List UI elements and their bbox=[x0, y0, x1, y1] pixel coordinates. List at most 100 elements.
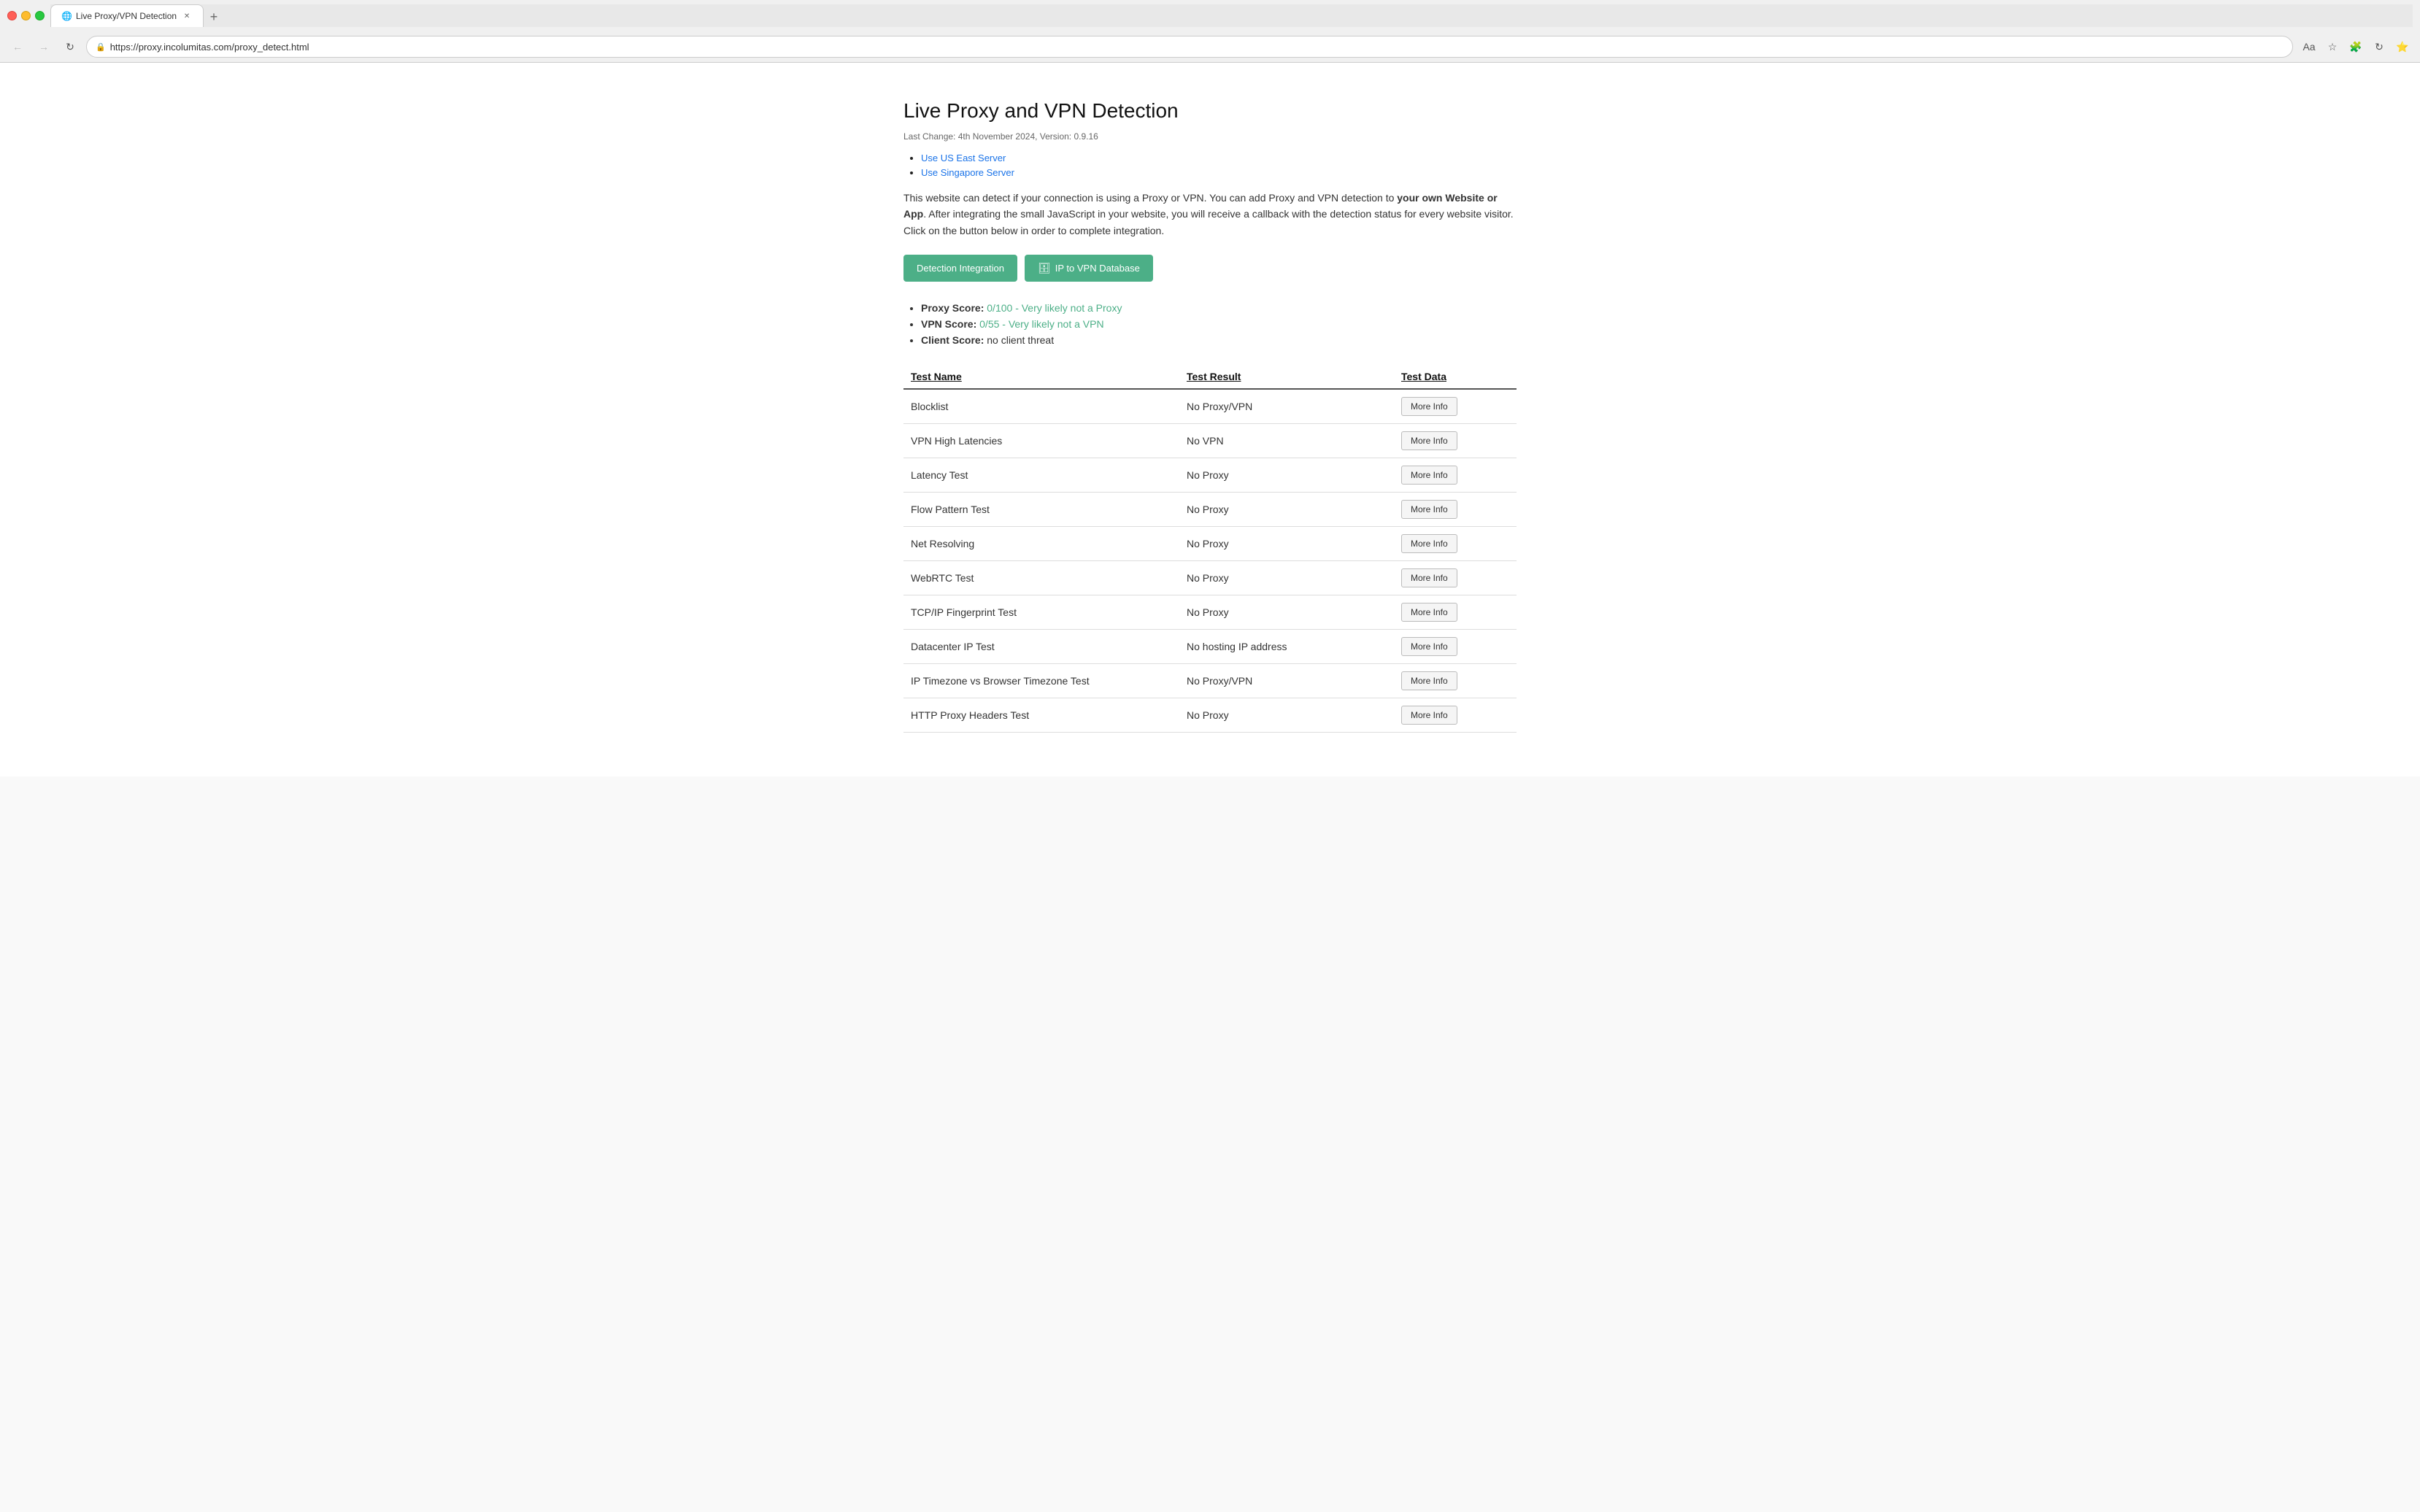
forward-button[interactable]: → bbox=[34, 36, 54, 57]
table-header-row: Test Name Test Result Test Data bbox=[903, 365, 1517, 389]
refresh-icon[interactable]: ↻ bbox=[2369, 36, 2389, 57]
browser-chrome: 🌐 Live Proxy/VPN Detection ✕ + ← → ↻ 🔒 h… bbox=[0, 0, 2420, 63]
test-name-cell: Latency Test bbox=[903, 458, 1179, 493]
table-row: TCP/IP Fingerprint TestNo Proxy More Info bbox=[903, 595, 1517, 630]
test-data-cell: More Info bbox=[1394, 493, 1517, 527]
tab-close-button[interactable]: ✕ bbox=[181, 10, 193, 22]
test-results-table: Test Name Test Result Test Data Blocklis… bbox=[903, 365, 1517, 733]
client-score-value: no client threat bbox=[987, 334, 1054, 346]
ip-to-vpn-database-button[interactable]: 🗄 IP to VPN Database bbox=[1025, 255, 1153, 282]
table-row: VPN High LatenciesNo VPN More Info bbox=[903, 424, 1517, 458]
table-header: Test Name Test Result Test Data bbox=[903, 365, 1517, 389]
test-result-cell: No hosting IP address bbox=[1179, 630, 1394, 664]
table-row: Flow Pattern TestNo ProxyMore Info bbox=[903, 493, 1517, 527]
proxy-score-value: 0/100 - Very likely not a Proxy bbox=[987, 302, 1122, 314]
btn-database-label: IP to VPN Database bbox=[1055, 263, 1140, 274]
test-name-cell: TCP/IP Fingerprint Test bbox=[903, 595, 1179, 630]
address-bar-row: ← → ↻ 🔒 https://proxy.incolumitas.com/pr… bbox=[0, 31, 2420, 62]
col-test-data: Test Data bbox=[1394, 365, 1517, 389]
window-controls bbox=[7, 11, 45, 20]
server-link-item: Use Singapore Server bbox=[921, 166, 1517, 178]
tab-title: Live Proxy/VPN Detection bbox=[76, 11, 177, 21]
active-tab[interactable]: 🌐 Live Proxy/VPN Detection ✕ bbox=[50, 4, 204, 27]
bookmark-icon[interactable]: ☆ bbox=[2322, 36, 2343, 57]
scores-list: Proxy Score: 0/100 - Very likely not a P… bbox=[921, 302, 1517, 346]
test-data-cell: More Info bbox=[1394, 698, 1517, 733]
test-result-cell: No Proxy bbox=[1179, 561, 1394, 595]
server-links-list: Use US East Server Use Singapore Server bbox=[921, 152, 1517, 178]
detection-integration-button[interactable]: Detection Integration bbox=[903, 255, 1017, 282]
last-change: Last Change: 4th November 2024, Version:… bbox=[903, 131, 1517, 142]
more-info-button[interactable]: More Info bbox=[1401, 466, 1457, 485]
test-data-cell: More Info bbox=[1394, 458, 1517, 493]
test-result-cell: No Proxy/VPN bbox=[1179, 664, 1394, 698]
singapore-server-link[interactable]: Use Singapore Server bbox=[921, 167, 1014, 178]
close-window-button[interactable] bbox=[7, 11, 17, 20]
test-result-cell: No Proxy bbox=[1179, 458, 1394, 493]
table-row: Datacenter IP TestNo hosting IP addressM… bbox=[903, 630, 1517, 664]
test-result-cell: No Proxy/VPN bbox=[1179, 389, 1394, 424]
new-tab-button[interactable]: + bbox=[204, 7, 224, 27]
action-buttons: Detection Integration 🗄 IP to VPN Databa… bbox=[903, 255, 1517, 282]
description: This website can detect if your connecti… bbox=[903, 190, 1517, 239]
test-data-cell: More Info bbox=[1394, 424, 1517, 458]
server-link-item: Use US East Server bbox=[921, 152, 1517, 163]
page-title: Live Proxy and VPN Detection bbox=[903, 99, 1517, 123]
test-data-cell: More Info bbox=[1394, 561, 1517, 595]
table-row: HTTP Proxy Headers TestNo Proxy More Info bbox=[903, 698, 1517, 733]
table-row: BlocklistNo Proxy/VPN More Info bbox=[903, 389, 1517, 424]
maximize-window-button[interactable] bbox=[35, 11, 45, 20]
description-part2: . After integrating the small JavaScript… bbox=[903, 208, 1514, 236]
lock-icon: 🔒 bbox=[96, 42, 106, 52]
minimize-window-button[interactable] bbox=[21, 11, 31, 20]
test-data-cell: More Info bbox=[1394, 527, 1517, 561]
more-info-button[interactable]: More Info bbox=[1401, 706, 1457, 725]
col-test-result: Test Result bbox=[1179, 365, 1394, 389]
more-info-button[interactable]: More Info bbox=[1401, 431, 1457, 450]
more-info-button[interactable]: More Info bbox=[1401, 671, 1457, 690]
test-data-cell: More Info bbox=[1394, 664, 1517, 698]
test-name-cell: WebRTC Test bbox=[903, 561, 1179, 595]
more-info-button[interactable]: More Info bbox=[1401, 397, 1457, 416]
favorites-icon[interactable]: ⭐ bbox=[2392, 36, 2413, 57]
table-row: Latency TestNo Proxy More Info bbox=[903, 458, 1517, 493]
table-body: BlocklistNo Proxy/VPNMore InfoVPN High L… bbox=[903, 389, 1517, 733]
title-bar: 🌐 Live Proxy/VPN Detection ✕ + bbox=[0, 0, 2420, 31]
reload-button[interactable]: ↻ bbox=[60, 36, 80, 57]
more-info-button[interactable]: More Info bbox=[1401, 637, 1457, 656]
more-info-button[interactable]: More Info bbox=[1401, 568, 1457, 587]
test-name-cell: HTTP Proxy Headers Test bbox=[903, 698, 1179, 733]
back-button[interactable]: ← bbox=[7, 36, 28, 57]
address-bar[interactable]: 🔒 https://proxy.incolumitas.com/proxy_de… bbox=[86, 36, 2293, 58]
tab-favicon: 🌐 bbox=[61, 11, 72, 21]
test-name-cell: VPN High Latencies bbox=[903, 424, 1179, 458]
more-info-button[interactable]: More Info bbox=[1401, 534, 1457, 553]
test-result-cell: No Proxy bbox=[1179, 527, 1394, 561]
proxy-score-label: Proxy Score: bbox=[921, 302, 984, 314]
vpn-score-value: 0/55 - Very likely not a VPN bbox=[979, 318, 1103, 330]
us-east-server-link[interactable]: Use US East Server bbox=[921, 153, 1006, 163]
test-name-cell: Blocklist bbox=[903, 389, 1179, 424]
toolbar-icons: Aa ☆ 🧩 ↻ ⭐ bbox=[2299, 36, 2413, 57]
test-name-cell: Net Resolving bbox=[903, 527, 1179, 561]
test-name-cell: Flow Pattern Test bbox=[903, 493, 1179, 527]
table-row: IP Timezone vs Browser Timezone TestNo P… bbox=[903, 664, 1517, 698]
test-result-cell: No VPN bbox=[1179, 424, 1394, 458]
browser-extension-icon[interactable]: 🧩 bbox=[2346, 36, 2366, 57]
more-info-button[interactable]: More Info bbox=[1401, 500, 1457, 519]
test-name-cell: IP Timezone vs Browser Timezone Test bbox=[903, 664, 1179, 698]
database-icon: 🗄 bbox=[1038, 262, 1051, 274]
table-row: WebRTC TestNo Proxy More Info bbox=[903, 561, 1517, 595]
table-row: Net ResolvingNo Proxy More Info bbox=[903, 527, 1517, 561]
test-result-cell: No Proxy bbox=[1179, 595, 1394, 630]
description-part1: This website can detect if your connecti… bbox=[903, 192, 1397, 204]
vpn-score-item: VPN Score: 0/55 - Very likely not a VPN bbox=[921, 318, 1517, 330]
more-info-button[interactable]: More Info bbox=[1401, 603, 1457, 622]
address-url: https://proxy.incolumitas.com/proxy_dete… bbox=[110, 42, 309, 53]
client-score-item: Client Score: no client threat bbox=[921, 334, 1517, 346]
test-data-cell: More Info bbox=[1394, 595, 1517, 630]
reader-view-icon[interactable]: Aa bbox=[2299, 36, 2319, 57]
test-result-cell: No Proxy bbox=[1179, 698, 1394, 733]
proxy-score-item: Proxy Score: 0/100 - Very likely not a P… bbox=[921, 302, 1517, 314]
client-score-label: Client Score: bbox=[921, 334, 984, 346]
